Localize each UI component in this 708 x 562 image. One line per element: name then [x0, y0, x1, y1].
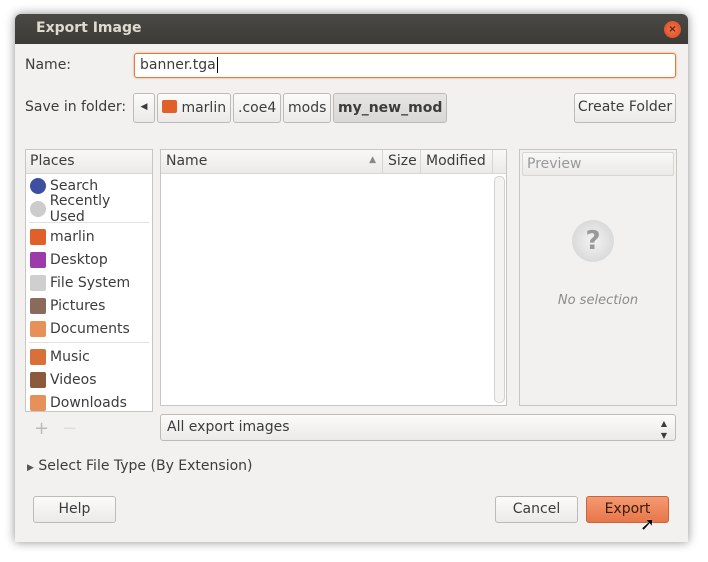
breadcrumb-label: marlin — [181, 100, 227, 116]
column-name[interactable]: Name ▲ — [161, 150, 383, 174]
place-recently-used[interactable]: Recently Used — [26, 193, 152, 225]
place-label: Pictures — [50, 297, 106, 314]
place-label: Desktop — [50, 251, 108, 268]
downloads-folder-icon — [30, 394, 46, 411]
close-icon[interactable]: × — [664, 21, 681, 38]
pictures-folder-icon — [30, 297, 46, 314]
videos-folder-icon — [30, 371, 46, 388]
place-label: Music — [50, 348, 90, 365]
breadcrumb-mods[interactable]: mods — [283, 93, 332, 123]
breadcrumb-label: .coe4 — [238, 100, 277, 116]
drive-icon — [30, 274, 46, 291]
music-folder-icon — [30, 348, 46, 365]
place-music[interactable]: Music — [26, 345, 152, 368]
column-label: Name — [166, 153, 208, 169]
window-title: Export Image — [36, 20, 142, 36]
breadcrumb-my-new-mod[interactable]: my_new_mod — [333, 93, 448, 123]
place-label: marlin — [50, 228, 95, 245]
remove-bookmark-button[interactable]: − — [62, 418, 77, 439]
export-image-dialog: Export Image × Name: banner.tga Save in … — [15, 14, 688, 542]
expander-arrow-icon: ▶ — [27, 463, 34, 473]
column-modified[interactable]: Modified — [421, 150, 493, 174]
no-selection-text: No selection — [557, 293, 639, 308]
places-panel: Places Search Recently Used marlin Deskt… — [25, 149, 153, 412]
unknown-preview-icon: ? — [572, 220, 614, 262]
name-input[interactable]: banner.tga — [134, 53, 676, 78]
place-label: Search — [50, 177, 99, 194]
place-pictures[interactable]: Pictures — [26, 294, 152, 317]
sort-ascending-icon: ▲ — [369, 155, 376, 165]
select-file-type-expander[interactable]: ▶ Select File Type (By Extension) — [27, 458, 253, 474]
file-filter-select[interactable]: All export images ▲ ▼ — [160, 414, 676, 441]
place-file-system[interactable]: File System — [26, 271, 152, 294]
preview-header: Preview — [522, 152, 674, 176]
place-label: File System — [50, 274, 131, 291]
preview-panel: Preview ? No selection — [519, 149, 677, 406]
filter-value: All export images — [167, 419, 290, 435]
places-header: Places — [26, 150, 152, 174]
clock-icon — [30, 200, 46, 217]
column-size[interactable]: Size — [383, 150, 421, 174]
place-label: Recently Used — [49, 192, 111, 225]
place-downloads[interactable]: Downloads — [26, 391, 152, 414]
place-desktop[interactable]: Desktop — [26, 248, 152, 271]
home-folder-icon — [162, 100, 177, 113]
scrollbar[interactable] — [494, 176, 505, 403]
breadcrumb-coe4[interactable]: .coe4 — [233, 93, 282, 123]
place-label: Downloads — [50, 394, 127, 411]
breadcrumb-back-button[interactable]: ◀ — [133, 93, 155, 123]
help-button[interactable]: Help — [33, 496, 116, 523]
search-icon — [30, 177, 46, 194]
desktop-icon — [30, 251, 46, 268]
file-list-header: Name ▲ Size Modified — [161, 150, 506, 174]
add-bookmark-button[interactable]: + — [34, 418, 49, 439]
cancel-button[interactable]: Cancel — [495, 496, 578, 523]
place-videos[interactable]: Videos — [26, 368, 152, 391]
place-label: Documents — [50, 320, 130, 337]
create-folder-button[interactable]: Create Folder — [574, 93, 676, 123]
home-folder-icon — [30, 228, 46, 245]
export-button[interactable]: Export — [586, 496, 669, 523]
place-marlin[interactable]: marlin — [26, 225, 152, 248]
name-value: banner.tga — [140, 57, 216, 73]
breadcrumb-marlin[interactable]: marlin — [157, 93, 232, 123]
name-label: Name: — [25, 57, 72, 73]
updown-icon: ▲ ▼ — [660, 419, 667, 440]
expander-label: Select File Type (By Extension) — [38, 458, 253, 474]
breadcrumb-label: my_new_mod — [338, 100, 443, 116]
documents-folder-icon — [30, 320, 46, 337]
mouse-cursor-icon: ➚ — [640, 514, 656, 535]
breadcrumb-label: mods — [288, 100, 327, 116]
save-in-folder-label: Save in folder: — [25, 99, 127, 115]
file-list[interactable]: Name ▲ Size Modified — [160, 149, 507, 406]
place-documents[interactable]: Documents — [26, 317, 152, 340]
place-label: Videos — [50, 371, 97, 388]
title-bar: Export Image × — [15, 14, 688, 44]
